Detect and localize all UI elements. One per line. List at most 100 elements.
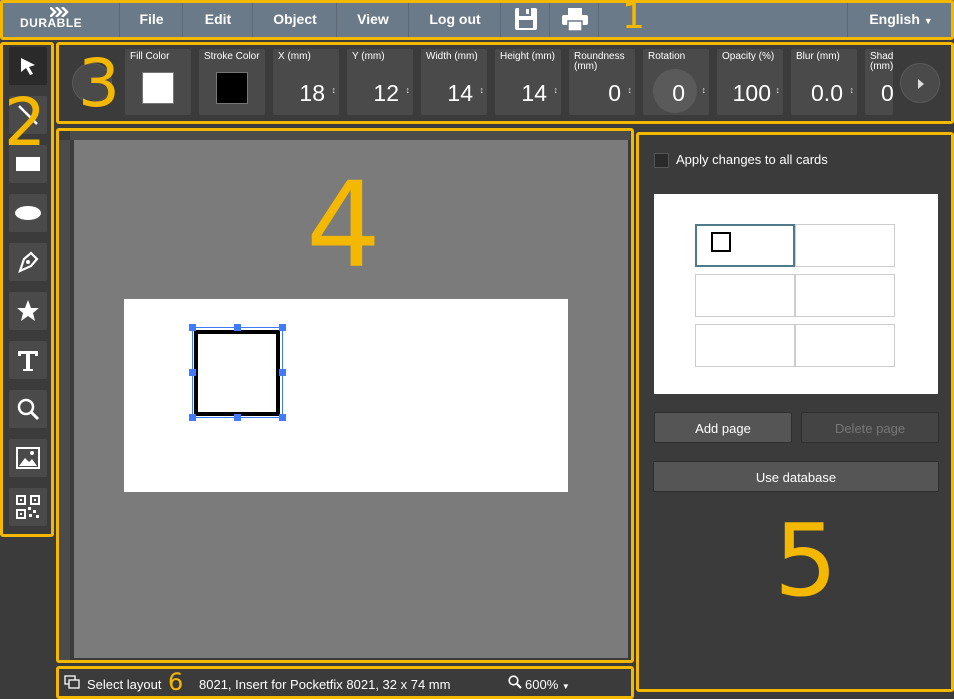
fill-color-control[interactable]: Fill Color <box>125 49 191 115</box>
image-icon <box>16 447 40 469</box>
qrcode-icon <box>16 495 40 519</box>
preview-card[interactable] <box>695 224 795 267</box>
width-value[interactable]: 14 <box>447 80 473 107</box>
width-label: Width (mm) <box>426 51 478 62</box>
shadow-field[interactable]: Shad (mm) 0 <box>865 49 893 115</box>
menu-bar: DURABLE File Edit Object View Log out En… <box>0 0 954 38</box>
opacity-value[interactable]: 100 <box>733 80 771 107</box>
blur-label: Blur (mm) <box>796 51 840 62</box>
qrcode-tool[interactable] <box>9 488 47 526</box>
opacity-field[interactable]: Opacity (%) 100 ↕ <box>717 49 783 115</box>
resize-handle[interactable] <box>234 324 241 331</box>
label-card[interactable] <box>124 299 568 492</box>
roundness-spinner-icon[interactable]: ↕ <box>628 85 633 95</box>
pen-tool[interactable] <box>9 243 47 281</box>
x-field[interactable]: X (mm) 18 ↕ <box>273 49 339 115</box>
rotation-value[interactable]: 0 <box>672 80 685 107</box>
zoom-select[interactable]: 600% ▼ <box>525 677 570 692</box>
rotation-label: Rotation <box>648 51 686 62</box>
horizontal-ruler[interactable] <box>70 130 630 140</box>
menu-file[interactable]: File <box>121 0 183 38</box>
apply-all-checkbox[interactable] <box>654 153 669 168</box>
x-label: X (mm) <box>278 51 311 62</box>
resize-handle[interactable] <box>279 369 286 376</box>
menu-object[interactable]: Object <box>254 0 337 38</box>
x-spinner-icon[interactable]: ↕ <box>332 85 337 95</box>
delete-page-button[interactable]: Delete page <box>801 412 939 443</box>
annotation-number-3: 3 <box>78 45 120 122</box>
height-field[interactable]: Height (mm) 14 ↕ <box>495 49 561 115</box>
text-tool[interactable] <box>9 341 47 379</box>
stroke-color-label: Stroke Color <box>204 51 260 62</box>
magnifier-icon <box>17 398 40 421</box>
properties-bar: Fill Color Stroke Color X (mm) 18 ↕ Y (m… <box>58 43 954 123</box>
zoom-level: 600% <box>525 677 559 692</box>
language-label: English <box>869 11 920 27</box>
vertical-ruler[interactable] <box>58 140 70 660</box>
height-value[interactable]: 14 <box>521 80 547 107</box>
roundness-label: Roundness (mm) <box>574 51 625 72</box>
durable-logo: DURABLE <box>0 0 120 38</box>
add-page-button[interactable]: Add page <box>654 412 792 443</box>
y-spinner-icon[interactable]: ↕ <box>406 85 411 95</box>
floppy-disk-icon <box>515 8 537 30</box>
height-label: Height (mm) <box>500 51 556 62</box>
opacity-spinner-icon[interactable]: ↕ <box>776 85 781 95</box>
opacity-label: Opacity (%) <box>722 51 775 62</box>
y-field[interactable]: Y (mm) 12 ↕ <box>347 49 413 115</box>
resize-handle[interactable] <box>189 324 196 331</box>
ellipse-tool[interactable] <box>9 194 47 232</box>
fill-color-label: Fill Color <box>130 51 170 62</box>
menu-logout[interactable]: Log out <box>410 0 501 38</box>
fill-color-swatch[interactable] <box>142 72 174 104</box>
shadow-value[interactable]: 0 <box>881 80 893 107</box>
rotation-field[interactable]: Rotation 0 ↕ <box>643 49 709 115</box>
roundness-value[interactable]: 0 <box>608 80 621 107</box>
print-button[interactable] <box>551 0 599 38</box>
height-spinner-icon[interactable]: ↕ <box>554 85 559 95</box>
scroll-right-button[interactable] <box>900 63 940 103</box>
preview-card[interactable] <box>795 324 895 367</box>
use-database-button[interactable]: Use database <box>653 461 939 492</box>
preview-card[interactable] <box>795 274 895 317</box>
resize-handle[interactable] <box>189 369 196 376</box>
preview-card[interactable] <box>695 274 795 317</box>
blur-spinner-icon[interactable]: ↕ <box>850 85 855 95</box>
image-tool[interactable] <box>9 439 47 477</box>
blur-field[interactable]: Blur (mm) 0.0 ↕ <box>791 49 857 115</box>
stroke-color-control[interactable]: Stroke Color <box>199 49 265 115</box>
y-value[interactable]: 12 <box>373 80 399 107</box>
zoom-tool[interactable] <box>9 390 47 428</box>
save-button[interactable] <box>502 0 550 38</box>
selection-box <box>192 327 283 418</box>
width-field[interactable]: Width (mm) 14 ↕ <box>421 49 487 115</box>
blur-value[interactable]: 0.0 <box>811 80 843 107</box>
annotation-number-5: 5 <box>774 502 838 619</box>
resize-handle[interactable] <box>279 414 286 421</box>
select-layout-link[interactable]: Select layout <box>87 677 161 692</box>
pen-nib-icon <box>18 251 39 274</box>
x-value[interactable]: 18 <box>299 80 325 107</box>
preview-card[interactable] <box>695 324 795 367</box>
width-spinner-icon[interactable]: ↕ <box>480 85 485 95</box>
roundness-field[interactable]: Roundness (mm) 0 ↕ <box>569 49 635 115</box>
preview-card[interactable] <box>795 224 895 267</box>
resize-handle[interactable] <box>234 414 241 421</box>
resize-handle[interactable] <box>189 414 196 421</box>
star-icon <box>17 300 39 321</box>
chevron-right-icon <box>918 79 924 89</box>
menu-edit[interactable]: Edit <box>184 0 253 38</box>
rotation-spinner-icon[interactable]: ↕ <box>702 85 707 95</box>
resize-handle[interactable] <box>279 324 286 331</box>
page-preview <box>654 194 938 394</box>
chevron-down-icon: ▼ <box>923 16 933 26</box>
star-tool[interactable] <box>9 292 47 330</box>
stroke-color-swatch[interactable] <box>216 72 248 104</box>
preview-shape <box>711 232 731 252</box>
language-select[interactable]: English ▼ <box>847 0 954 38</box>
shadow-label: Shad (mm) <box>870 52 893 72</box>
arrow-cursor-icon <box>21 58 35 75</box>
select-tool[interactable] <box>9 47 47 85</box>
text-icon <box>18 351 38 371</box>
menu-view[interactable]: View <box>338 0 409 38</box>
